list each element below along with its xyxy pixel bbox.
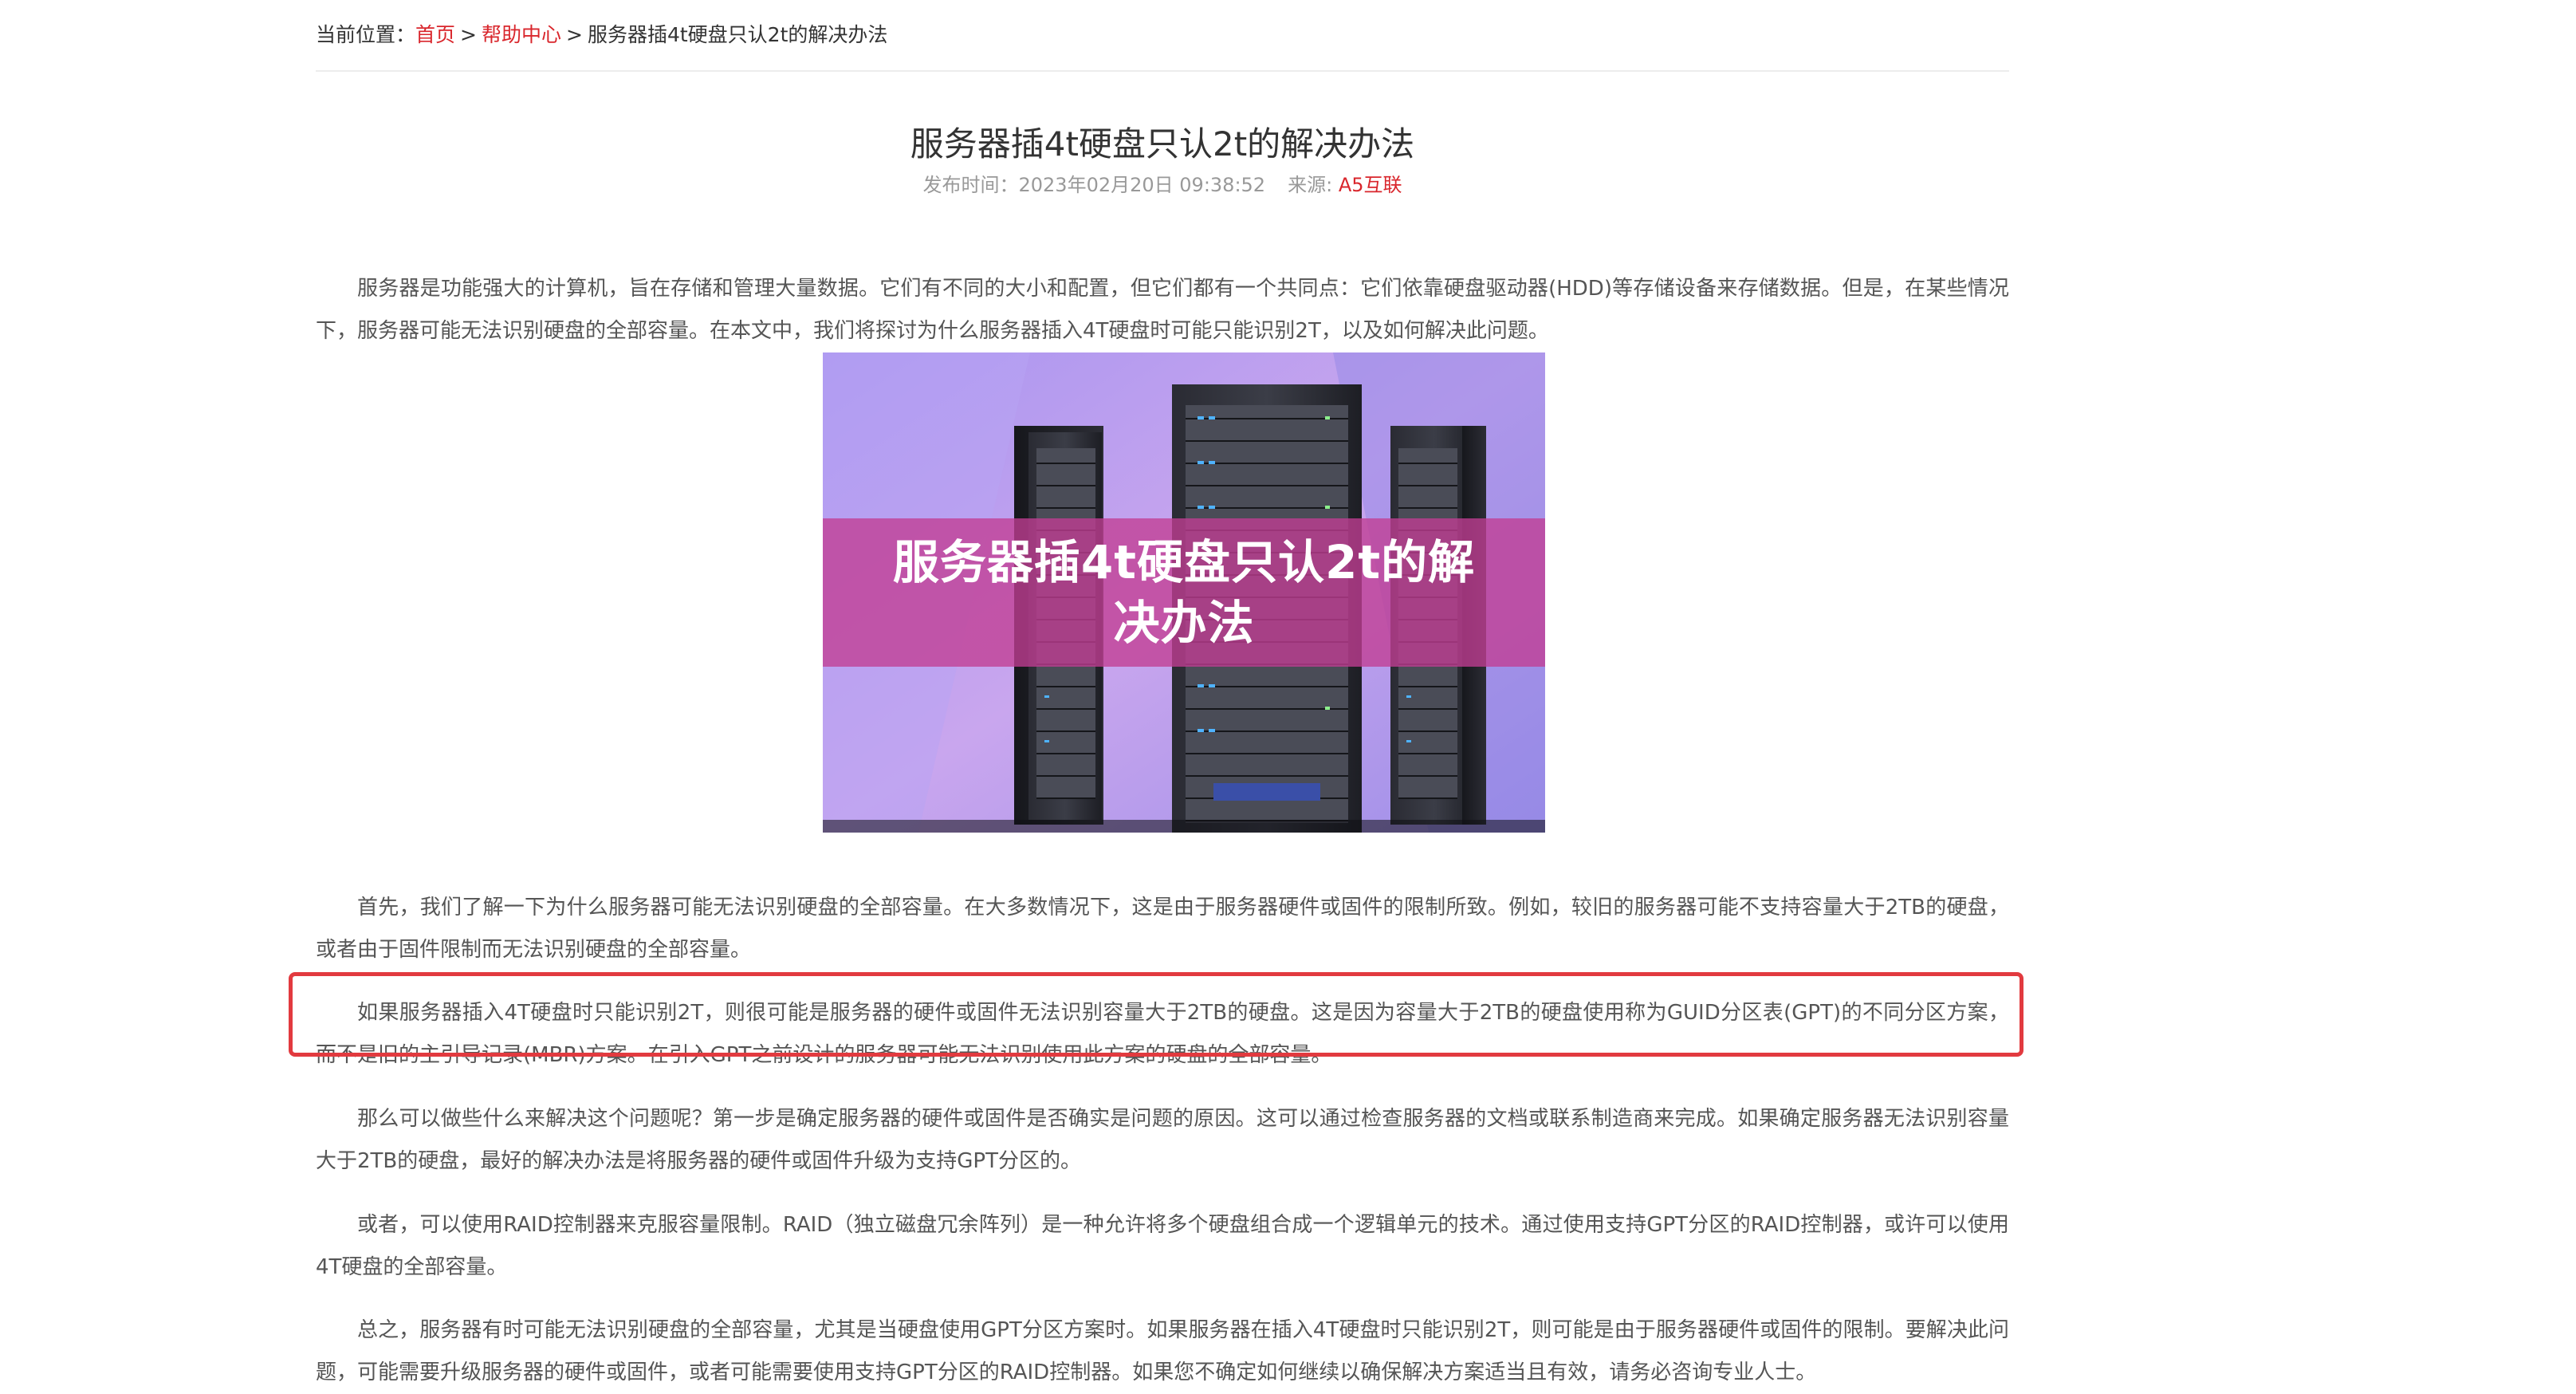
hero-caption-band: 服务器插4t硬盘只认2t的解决办法 [823,518,1545,667]
source-label: 来源: [1288,174,1333,196]
article-paragraph: 服务器是功能强大的计算机，旨在存储和管理大量数据。它们有不同的大小和配置，但它们… [316,277,2009,343]
article-paragraph: 那么可以做些什么来解决这个问题呢？第一步是确定服务器的硬件或固件是否确实是问题的… [316,1107,2009,1173]
publish-label: 发布时间： [922,174,1019,196]
breadcrumb-separator: > [460,23,477,46]
article-title: 服务器插4t硬盘只认2t的解决办法 [910,124,1415,164]
highlight-annotation-box [289,972,2023,1057]
breadcrumb-prefix: 当前位置： [316,23,416,46]
article-paragraph: 或者，可以使用RAID控制器来克服容量限制。RAID（独立磁盘冗余阵列）是一种允… [316,1213,2009,1279]
article-meta: 发布时间：2023年02月20日 09:38:52 来源: A5互联 [316,171,2009,199]
breadcrumb-home-link[interactable]: 首页 [415,23,455,46]
breadcrumb: 当前位置：首页 > 帮助中心 > 服务器插4t硬盘只认2t的解决办法 [316,21,887,49]
breadcrumb-help-link[interactable]: 帮助中心 [482,23,561,46]
header-divider [316,70,2009,72]
article-paragraph: 总之，服务器有时可能无法识别硬盘的全部容量，尤其是当硬盘使用GPT分区方案时。如… [316,1318,2009,1384]
breadcrumb-separator: > [566,23,583,46]
source-link[interactable]: A5互联 [1339,174,1402,196]
article-paragraph: 首先，我们了解一下为什么服务器可能无法识别硬盘的全部容量。在大多数情况下，这是由… [316,896,2009,962]
publish-time: 2023年02月20日 09:38:52 [1018,174,1266,196]
hero-caption-text: 服务器插4t硬盘只认2t的解决办法 [892,535,1476,650]
breadcrumb-current: 服务器插4t硬盘只认2t的解决办法 [587,23,888,46]
article-hero-image: 服务器插4t硬盘只认2t的解决办法 [823,352,1545,833]
